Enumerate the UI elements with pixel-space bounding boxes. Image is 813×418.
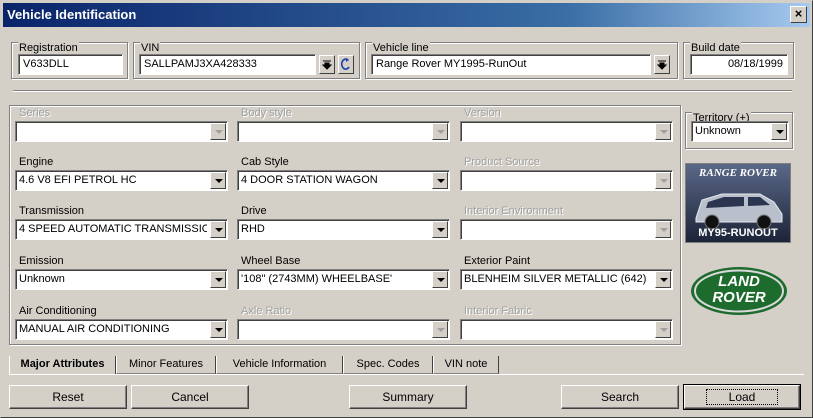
wheel-base-label: Wheel Base <box>241 255 301 267</box>
wheel-base-value: '108" (2743MM) WHEELBASE' <box>241 273 393 285</box>
vin-group: VIN SALLPAMJ3XA428333 <box>133 42 360 79</box>
build-date-label: Build date <box>690 42 741 54</box>
interior-environment-select[interactable] <box>460 219 673 240</box>
axle-ratio-label: Axle Ratio <box>241 305 292 317</box>
chevron-down-icon <box>432 221 448 238</box>
tab-vehicle-information[interactable]: Vehicle Information <box>216 356 343 374</box>
chevron-down-icon <box>210 321 226 338</box>
tab-strip-baseline <box>9 374 804 375</box>
reset-button[interactable]: Reset <box>9 385 127 409</box>
vin-refresh-button[interactable] <box>338 55 354 74</box>
product-source-label: Product Source <box>464 156 540 168</box>
summary-button[interactable]: Summary <box>349 385 467 409</box>
chevron-down-icon <box>655 172 671 189</box>
series-label: Series <box>19 107 51 119</box>
chevron-down-icon <box>655 271 671 288</box>
search-button[interactable]: Search <box>561 385 679 409</box>
territory-select[interactable]: Unknown <box>691 121 789 142</box>
registration-group: Registration V633DLL <box>11 42 128 79</box>
cab-style-select[interactable]: 4 DOOR STATION WAGON <box>237 170 450 191</box>
version-label: Version <box>464 107 501 119</box>
chevron-down-icon <box>655 123 671 140</box>
emission-label: Emission <box>19 255 64 267</box>
exterior-paint-label: Exterior Paint <box>464 255 531 267</box>
build-date-group: Build date 08/18/1999 <box>683 42 794 79</box>
chevron-down-icon <box>210 221 226 238</box>
vin-decode-button[interactable] <box>319 55 335 74</box>
tab-spec-codes[interactable]: Spec. Codes <box>343 356 433 374</box>
vehicle-line-input[interactable]: Range Rover MY1995-RunOut <box>371 54 651 75</box>
exterior-paint-value: BLENHEIM SILVER METALLIC (642) <box>464 273 647 285</box>
window-title: Vehicle Identification <box>7 7 137 22</box>
land-rover-logo: LAND ROVER <box>689 265 789 317</box>
interior-environment-label: Interior Environment <box>464 205 564 217</box>
build-date-input[interactable]: 08/18/1999 <box>690 54 788 75</box>
cab-style-label: Cab Style <box>241 156 289 168</box>
vehicle-line-group: Vehicle line Range Rover MY1995-RunOut <box>365 42 678 79</box>
chevron-down-icon <box>432 321 448 338</box>
range-rover-badge-subtitle: MY95-RUNOUT <box>698 227 778 239</box>
chevron-down-icon <box>432 123 448 140</box>
load-button-label: Load <box>705 389 779 405</box>
chevron-down-icon <box>655 221 671 238</box>
cab-style-value: 4 DOOR STATION WAGON <box>241 174 378 186</box>
tab-vin-note[interactable]: VIN note <box>433 356 499 374</box>
download-arrow-icon <box>321 60 333 70</box>
transmission-value: 4 SPEED AUTOMATIC TRANSMISSIO <box>19 223 207 235</box>
load-button[interactable]: Load <box>683 384 801 410</box>
interior-fabric-label: Interior Fabric <box>464 305 532 317</box>
air-conditioning-label: Air Conditioning <box>19 305 97 317</box>
close-button[interactable]: × <box>790 6 807 23</box>
range-rover-badge-title: RANGE ROVER <box>699 167 777 179</box>
chevron-down-icon <box>210 271 226 288</box>
territory-value: Unknown <box>695 125 741 137</box>
body-style-label: Body style <box>241 107 292 119</box>
chevron-down-icon <box>432 271 448 288</box>
engine-label: Engine <box>19 156 54 168</box>
vin-label: VIN <box>140 42 161 54</box>
engine-select[interactable]: 4.6 V8 EFI PETROL HC <box>15 170 228 191</box>
interior-fabric-select[interactable] <box>460 319 673 340</box>
chevron-down-icon <box>655 321 671 338</box>
land-rover-logo-line1: LAND <box>718 273 760 290</box>
drive-label: Drive <box>241 205 267 217</box>
exterior-paint-select[interactable]: BLENHEIM SILVER METALLIC (642) <box>460 269 673 290</box>
refresh-icon <box>340 58 350 70</box>
header-separator <box>13 90 792 92</box>
land-rover-logo-line2: ROVER <box>712 289 766 306</box>
vehicle-identification-window: Vehicle Identification × Registration V6… <box>0 0 813 418</box>
chevron-down-icon <box>210 172 226 189</box>
registration-input[interactable]: V633DLL <box>18 54 123 75</box>
series-select[interactable] <box>15 121 228 142</box>
vehicle-line-drop-button[interactable] <box>654 55 670 74</box>
air-conditioning-select[interactable]: MANUAL AIR CONDITIONING <box>15 319 228 340</box>
chevron-down-icon <box>771 123 787 140</box>
transmission-select[interactable]: 4 SPEED AUTOMATIC TRANSMISSIO <box>15 219 228 240</box>
drive-value: RHD <box>241 223 265 235</box>
vehicle-line-label: Vehicle line <box>372 42 430 54</box>
registration-label: Registration <box>18 42 79 54</box>
chevron-down-icon <box>210 123 226 140</box>
body-style-select[interactable] <box>237 121 450 142</box>
cancel-button[interactable]: Cancel <box>131 385 249 409</box>
engine-value: 4.6 V8 EFI PETROL HC <box>19 174 137 186</box>
transmission-label: Transmission <box>19 205 84 217</box>
air-conditioning-value: MANUAL AIR CONDITIONING <box>19 323 170 335</box>
drive-select[interactable]: RHD <box>237 219 450 240</box>
title-bar: Vehicle Identification × <box>3 3 810 27</box>
axle-ratio-select[interactable] <box>237 319 450 340</box>
tab-major-attributes[interactable]: Major Attributes <box>9 356 116 374</box>
emission-value: Unknown <box>19 273 65 285</box>
range-rover-badge: RANGE ROVER MY95-RUNOUT <box>685 163 791 243</box>
tab-minor-features[interactable]: Minor Features <box>116 356 216 374</box>
vin-input[interactable]: SALLPAMJ3XA428333 <box>139 54 316 75</box>
chevron-down-icon <box>432 172 448 189</box>
emission-select[interactable]: Unknown <box>15 269 228 290</box>
download-arrow-icon <box>656 60 668 70</box>
version-select[interactable] <box>460 121 673 142</box>
wheel-base-select[interactable]: '108" (2743MM) WHEELBASE' <box>237 269 450 290</box>
product-source-select[interactable] <box>460 170 673 191</box>
